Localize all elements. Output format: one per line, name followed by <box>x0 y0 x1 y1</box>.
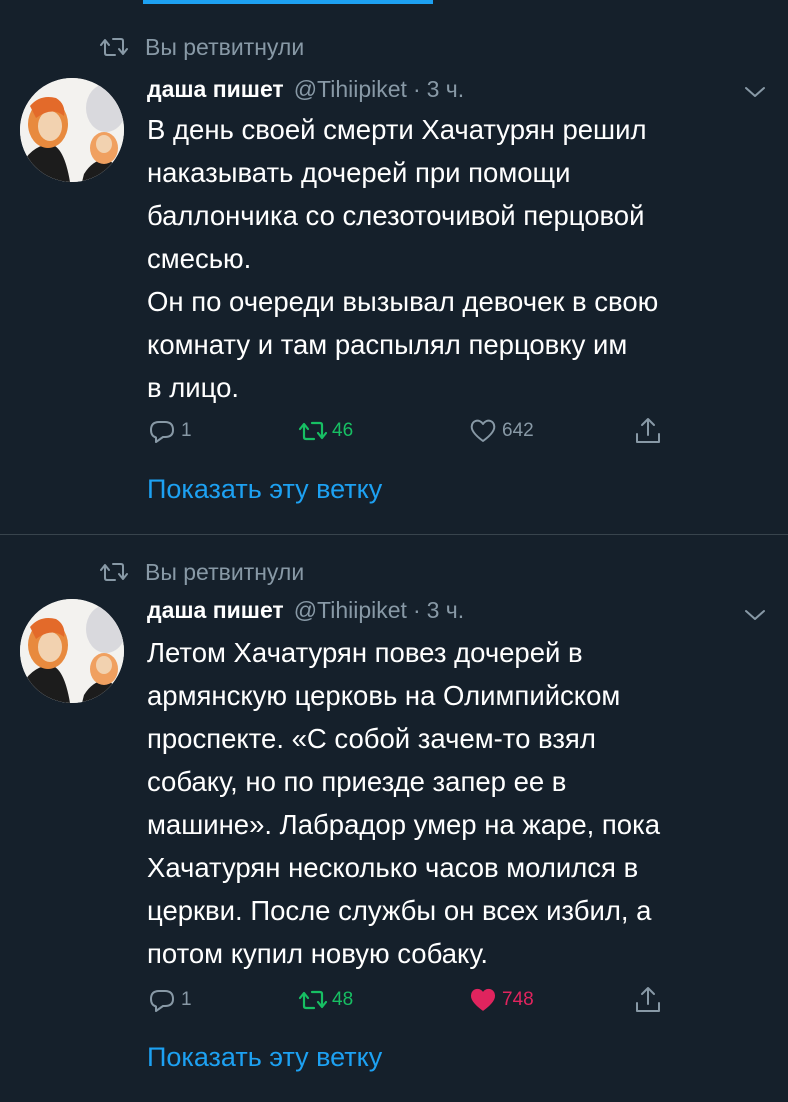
retweet-icon <box>298 990 328 1010</box>
author-handle[interactable]: @Tihiipiket <box>294 76 407 103</box>
reply-icon <box>150 421 174 443</box>
separator-dot: · <box>412 597 421 623</box>
reply-count: 1 <box>181 420 192 441</box>
tweet-time[interactable]: 3 ч. <box>427 76 465 103</box>
share-button[interactable] <box>633 983 667 1017</box>
tweet-header: даша пишет @Tihiipiket · 3 ч. <box>147 76 464 110</box>
tweet-time[interactable]: 3 ч. <box>427 597 465 624</box>
tweet-text: В день своей смерти Хачатурян решил нака… <box>147 114 659 403</box>
like-count: 642 <box>502 420 534 441</box>
chevron-down-icon[interactable] <box>744 84 766 100</box>
tweet-text: Летом Хачатурян повез дочерей в армянску… <box>147 637 661 969</box>
retweet-icon <box>298 421 328 441</box>
share-button[interactable] <box>633 414 667 448</box>
share-icon <box>636 987 660 1012</box>
separator-dot: · <box>412 76 421 102</box>
avatar[interactable] <box>20 599 124 703</box>
retweet-context: Вы ретвитнули <box>100 559 304 585</box>
author-handle[interactable]: @Tihiipiket <box>294 597 407 624</box>
retweet-context: Вы ретвитнули <box>100 34 304 60</box>
tweet-actions: 1 48 748 <box>147 983 707 1017</box>
like-icon <box>470 419 496 442</box>
like-icon <box>470 988 496 1011</box>
retweet-count: 48 <box>332 989 354 1010</box>
like-count: 748 <box>502 989 534 1010</box>
tweet-card[interactable]: Вы ретвитнули даша пишет @Tihiipiket · 3… <box>0 534 788 1102</box>
retweet-label: Вы ретвитнули <box>145 558 305 585</box>
avatar-illustration <box>20 78 124 182</box>
author-name[interactable]: даша пишет <box>147 597 284 624</box>
retweet-button[interactable]: 48 <box>298 983 353 1017</box>
show-thread-link[interactable]: Показать эту ветку <box>147 474 382 505</box>
tweet-header: даша пишет @Tihiipiket · 3 ч. <box>147 597 464 631</box>
reply-count: 1 <box>181 989 192 1010</box>
tweet-actions: 1 46 642 <box>147 414 707 448</box>
retweet-button[interactable]: 46 <box>298 414 353 448</box>
reply-button[interactable]: 1 <box>147 414 192 448</box>
retweet-icon <box>100 38 128 56</box>
chevron-down-icon[interactable] <box>744 607 766 623</box>
show-thread-link[interactable]: Показать эту ветку <box>147 1042 382 1073</box>
reply-button[interactable]: 1 <box>147 983 192 1017</box>
author-name[interactable]: даша пишет <box>147 76 284 103</box>
like-button[interactable]: 748 <box>468 983 534 1017</box>
avatar-illustration <box>20 599 124 703</box>
like-button[interactable]: 642 <box>468 414 534 448</box>
tweet-card[interactable]: Вы ретвитнули даша пишет @Tihiipiket · 3… <box>0 0 788 534</box>
retweet-count: 46 <box>332 420 354 441</box>
retweet-label: Вы ретвитнули <box>145 33 305 60</box>
retweet-icon <box>100 563 128 581</box>
reply-icon <box>150 990 174 1012</box>
share-icon <box>636 418 660 443</box>
avatar[interactable] <box>20 78 124 182</box>
